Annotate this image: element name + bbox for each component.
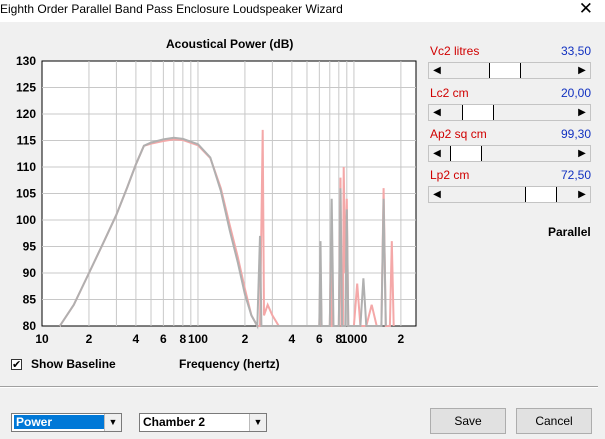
slider-thumb[interactable] xyxy=(525,187,557,202)
scroll-left-icon[interactable]: ◀ xyxy=(429,63,445,78)
checkbox-check-icon[interactable]: ✔ xyxy=(11,358,22,370)
scroll-right-icon[interactable]: ▶ xyxy=(574,146,590,161)
scroll-left-icon[interactable]: ◀ xyxy=(429,146,445,161)
chevron-down-icon[interactable]: ▼ xyxy=(104,414,121,431)
param-label-lp2: Lp2 cm xyxy=(430,168,470,182)
x-tick-label: 6 xyxy=(160,332,167,346)
chamber-select[interactable]: Chamber 2 ▼ xyxy=(139,413,267,432)
scroll-left-icon[interactable]: ◀ xyxy=(429,187,445,202)
close-icon[interactable]: ✕ xyxy=(579,0,593,19)
y-tick-label: 90 xyxy=(23,266,37,280)
show-baseline-checkbox[interactable]: ✔ Show Baseline xyxy=(11,357,116,371)
topology-mode-label: Parallel xyxy=(548,225,591,239)
x-tick-label: 4 xyxy=(289,332,296,346)
y-tick-label: 105 xyxy=(16,187,36,201)
chart-title: Acoustical Power (dB) xyxy=(166,37,294,51)
param-label-lc2: Lc2 cm xyxy=(430,86,469,100)
frequency-response-chart: 13012512011511010510095908580 10 2 4 6 8 100 2… xyxy=(16,54,417,346)
param-label-vc2: Vc2 litres xyxy=(430,44,480,58)
chamber-select-value: Chamber 2 xyxy=(143,415,206,429)
show-baseline-label[interactable]: Show Baseline xyxy=(31,357,116,371)
y-tick-label: 100 xyxy=(16,213,36,227)
y-tick-label: 95 xyxy=(23,240,37,254)
scroll-right-icon[interactable]: ▶ xyxy=(574,187,590,202)
scroll-right-icon[interactable]: ▶ xyxy=(574,105,590,120)
x-tick-label: 2 xyxy=(398,332,405,346)
x-tick-label: 10 xyxy=(35,332,49,346)
slider-thumb[interactable] xyxy=(450,146,482,161)
view-select[interactable]: Power ▼ xyxy=(11,413,122,432)
param-value-vc2: 33,50 xyxy=(560,44,591,58)
param-label-ap2: Ap2 sq cm xyxy=(430,127,487,141)
y-tick-label: 115 xyxy=(17,134,37,148)
slider-ap2[interactable]: ◀ ▶ xyxy=(428,145,591,162)
x-tick-label: 2 xyxy=(86,332,93,346)
chevron-down-icon[interactable]: ▼ xyxy=(249,414,266,431)
x-tick-label: 6 xyxy=(316,332,323,346)
x-tick-label: 4 xyxy=(133,332,140,346)
x-tick-label: 100 xyxy=(188,332,208,346)
param-value-lp2: 72,50 xyxy=(560,168,591,182)
scroll-right-icon[interactable]: ▶ xyxy=(574,63,590,78)
slider-vc2[interactable]: ◀ ▶ xyxy=(428,62,591,79)
x-tick-label: 2 xyxy=(242,332,249,346)
y-tick-label: 130 xyxy=(16,54,36,68)
slider-lc2[interactable]: ◀ ▶ xyxy=(428,104,591,121)
y-tick-label: 120 xyxy=(16,107,36,121)
y-tick-label: 85 xyxy=(23,293,37,307)
scroll-left-icon[interactable]: ◀ xyxy=(429,105,445,120)
title-bar: Eighth Order Parallel Band Pass Enclosur… xyxy=(0,0,605,22)
y-tick-label: 110 xyxy=(17,160,37,174)
slider-lp2[interactable]: ◀ ▶ xyxy=(428,186,591,203)
y-tick-label: 125 xyxy=(16,81,36,95)
divider xyxy=(0,386,598,388)
param-value-ap2: 99,30 xyxy=(560,127,591,141)
x-tick-label: 1000 xyxy=(341,332,368,346)
window-title: Eighth Order Parallel Band Pass Enclosur… xyxy=(0,2,343,16)
slider-thumb[interactable] xyxy=(489,63,521,78)
cancel-button[interactable]: Cancel xyxy=(516,408,592,434)
y-tick-label: 80 xyxy=(23,319,37,333)
x-axis-title: Frequency (hertz) xyxy=(179,357,280,371)
save-button[interactable]: Save xyxy=(430,408,506,434)
view-select-value: Power xyxy=(14,415,106,429)
slider-thumb[interactable] xyxy=(462,105,494,120)
x-tick-label: 8 xyxy=(180,332,187,346)
param-value-lc2: 20,00 xyxy=(560,86,591,100)
